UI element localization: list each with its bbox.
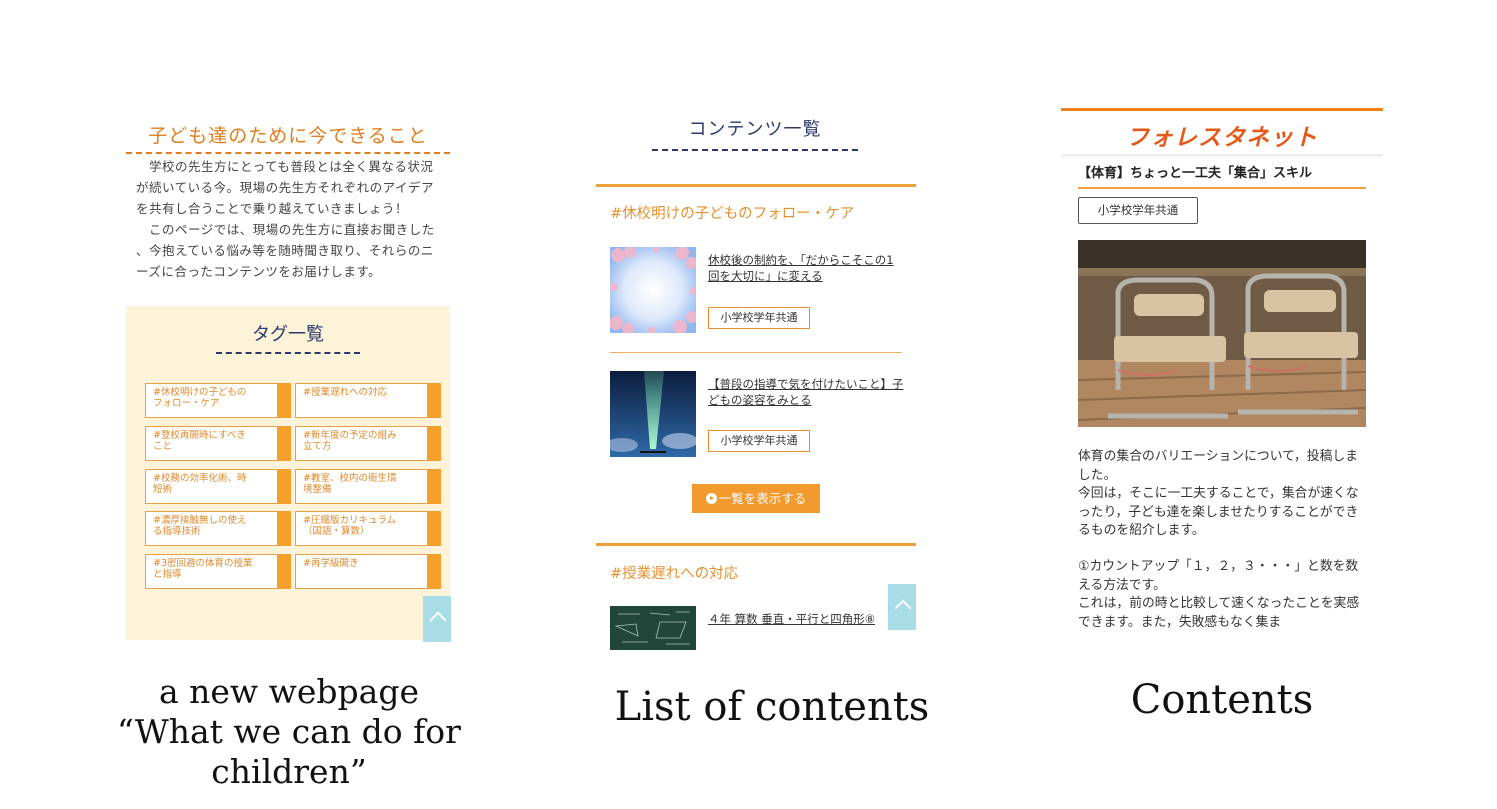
caption-list-of-contents: List of contents	[614, 684, 930, 730]
section-title-lesson-delay[interactable]: #授業遅れへの対応	[610, 562, 738, 583]
play-circle-icon	[705, 493, 717, 504]
caption-contents: Contents	[1130, 677, 1314, 723]
thumbnail-aurora[interactable]	[610, 371, 696, 457]
tag-list-title: タグ一覧	[216, 320, 360, 354]
content-link-after-closure[interactable]: 休校後の制約を、「だからこそこの1回を大切に」に変える	[708, 252, 904, 284]
site-logo[interactable]: フォレスタネット	[1061, 118, 1383, 152]
caption-line: “What we can do for	[117, 712, 461, 751]
section-divider	[596, 184, 916, 187]
caption-line: children”	[211, 752, 367, 791]
show-all-button[interactable]: 一覧を表示する	[692, 484, 820, 513]
scroll-to-top-button[interactable]	[888, 584, 916, 630]
scroll-to-top-button[interactable]	[423, 596, 451, 642]
item-divider	[610, 352, 902, 353]
chevron-up-icon	[894, 599, 912, 617]
intro-line: 学校の先生方にとっても普段とは全く異なる状況	[136, 159, 434, 174]
article-title: 【体育】ちょっと一工夫「集合」スキル	[1078, 162, 1366, 189]
content-link-math-grade4[interactable]: ４年 算数 垂直・平行と四角形⑧	[708, 611, 894, 627]
tag-chip[interactable]: #登校再開時にすべき こと	[145, 426, 291, 461]
article-body-paragraph: ①カウントアップ「１，２，３・・・」と数を数える方法です。	[1078, 559, 1359, 593]
tag-chip[interactable]: #休校明けの子どもの フォロー・ケア	[145, 383, 291, 418]
tag-chip[interactable]: #再学級開き	[295, 554, 441, 589]
tag-chip[interactable]: #圧縮版カリキュラム （国語・算数）	[295, 511, 441, 546]
intro-paragraph-1: 学校の先生方にとっても普段とは全く異なる状況 が続いている今。現場の先生方それぞ…	[136, 156, 438, 219]
contents-list-title: コンテンツ一覧	[652, 115, 858, 151]
caption-line: a new webpage	[158, 672, 420, 711]
tag-chip[interactable]: #新年度の予定の組み 立て方	[295, 426, 441, 461]
chevron-up-icon	[429, 611, 447, 629]
intro-line: 、今抱えている悩み等を随時聞き取り、それらのニ	[136, 243, 434, 258]
grade-badge[interactable]: 小学校学年共通	[1078, 197, 1198, 224]
intro-line: ーズに合ったコンテンツをお届けします。	[136, 264, 382, 279]
tag-chip[interactable]: #濃厚接触無しの使え る指導技術	[145, 511, 291, 546]
section-title-followup-care[interactable]: #休校明けの子どものフォロー・ケア	[610, 202, 854, 223]
grade-badge[interactable]: 小学校学年共通	[708, 307, 810, 329]
article-body-paragraph: 今回は，そこに一工夫することで，集合が速くなったり，子ども達を楽しませたりするこ…	[1078, 486, 1359, 538]
intro-line: を共有し合うことで乗り越えていきましょう！	[136, 201, 409, 216]
content-link-observe-children[interactable]: 【普段の指導で気を付けたいこと】子どもの姿容をみとる	[708, 376, 904, 408]
header-accent-bar	[1061, 108, 1383, 111]
article-body-paragraph: 体育の集合のバリエーションについて，投稿しました。	[1078, 449, 1358, 483]
tag-chip[interactable]: #教室、校内の衛生環 境整備	[295, 469, 441, 504]
tag-chip[interactable]: #3密回避の体育の授業 と指導	[145, 554, 291, 589]
intro-paragraph-2: このページでは、現場の先生方に直接お聞きした 、今抱えている悩み等を随時聞き取り…	[136, 219, 438, 282]
tag-chip[interactable]: #授業遅れへの対応	[295, 383, 441, 418]
show-all-label: 一覧を表示する	[718, 491, 807, 506]
grade-badge[interactable]: 小学校学年共通	[708, 430, 810, 452]
intro-line: が続いている今。現場の先生方それぞれのアイデア	[136, 180, 435, 195]
thumbnail-chalkboard[interactable]	[610, 606, 696, 650]
article-body-paragraph: これは，前の時と比較して速くなったことを実感できます。また，失敗感もなく集ま	[1078, 596, 1360, 630]
section-divider	[596, 543, 916, 546]
caption-new-webpage: a new webpage “What we can do for childr…	[100, 672, 478, 792]
tag-chip[interactable]: #校務の効率化術、時 短術	[145, 469, 291, 504]
page-title-what-we-can-do: 子ども達のために今できること	[126, 121, 450, 154]
header-shadow	[1061, 154, 1383, 158]
intro-line: このページでは、現場の先生方に直接お聞きした	[136, 222, 435, 237]
article-photo-classroom-chairs	[1078, 240, 1366, 427]
thumbnail-cherry-blossom[interactable]	[610, 247, 696, 333]
